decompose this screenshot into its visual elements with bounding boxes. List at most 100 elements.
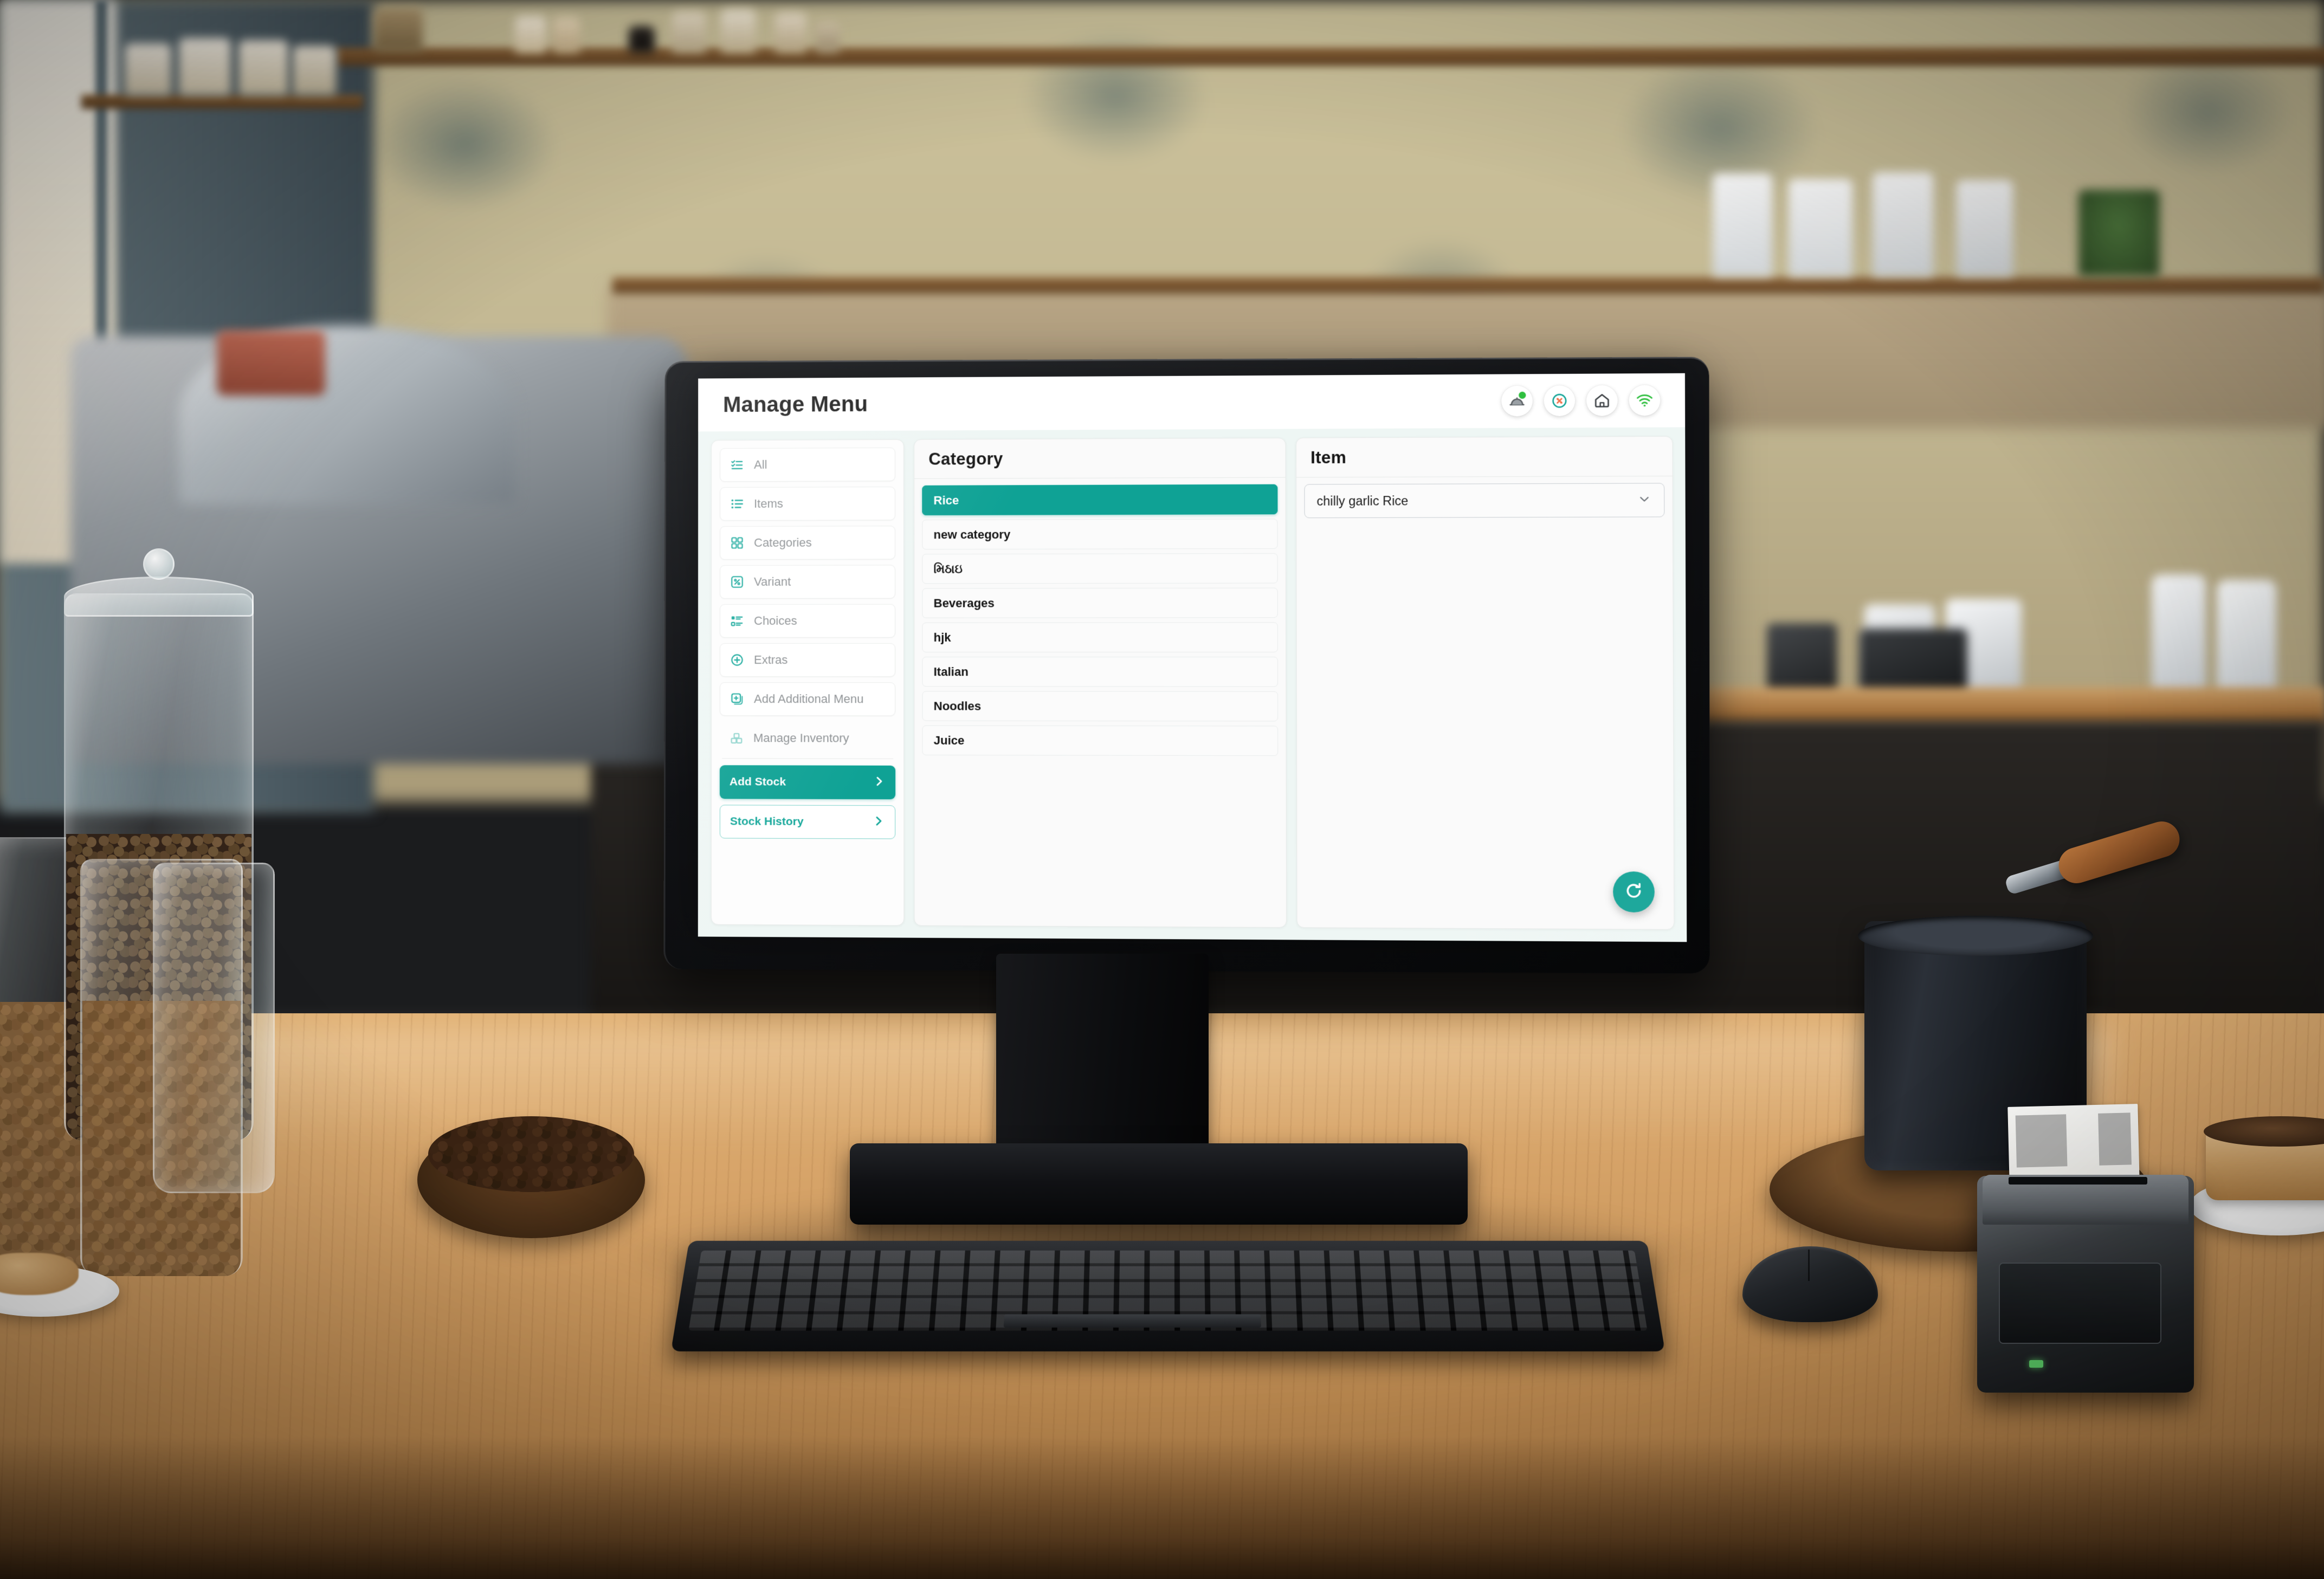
pos-screen: Manage Menu All Items Categories Variant… <box>698 373 1687 942</box>
chevron-right-icon <box>873 774 886 790</box>
printer-status-led <box>2029 1360 2043 1368</box>
shelf-canister <box>1957 180 2013 276</box>
shelf-jar <box>721 10 756 53</box>
category-label: Italian <box>933 664 969 678</box>
category-label: new category <box>933 527 1011 541</box>
jar-lid <box>64 577 254 617</box>
keyboard[interactable] <box>670 1240 1665 1351</box>
food-cover-icon[interactable] <box>1501 385 1533 417</box>
shelf-jar <box>553 17 580 53</box>
table-row[interactable]: મિઠાઇ <box>922 553 1278 584</box>
inventory-icon <box>728 730 745 746</box>
status-dot <box>1519 391 1526 399</box>
lower-shelf <box>612 277 2324 294</box>
shelf-plant <box>2078 190 2160 276</box>
stock-history-label: Stock History <box>730 815 804 828</box>
table-row[interactable]: new category <box>922 519 1278 550</box>
sidebar-item-label: Manage Inventory <box>753 731 849 745</box>
sidebar-item-items[interactable]: Items <box>720 487 895 521</box>
checklist-icon <box>729 457 745 473</box>
shelf-jar <box>816 22 840 53</box>
category-panel: Category Rice new category મિઠાઇ Beverag… <box>914 437 1287 928</box>
photo-scene: Manage Menu All Items Categories Variant… <box>0 0 2324 1579</box>
sidebar-item-label: Extras <box>754 652 788 667</box>
shelf-jar <box>629 26 655 53</box>
printer-paper-slot <box>2009 1177 2147 1185</box>
page-title: Manage Menu <box>723 392 868 417</box>
app-header: Manage Menu <box>698 373 1686 432</box>
sidebar-item-manage-inventory[interactable]: Manage Inventory <box>720 721 895 755</box>
printed-receipt <box>2007 1104 2140 1186</box>
shelf-jar <box>775 13 806 53</box>
shelf-canister <box>1873 172 1933 276</box>
options-icon <box>729 613 745 629</box>
monitor-neck <box>996 954 1209 1154</box>
shelf-bottle <box>238 40 288 95</box>
header-icon-group <box>1501 385 1661 417</box>
shelf-canister <box>1713 173 1772 276</box>
sidebar-item-label: Items <box>754 496 783 510</box>
monitor-base <box>850 1143 1468 1225</box>
table-row[interactable]: hjk <box>922 622 1278 652</box>
add-file-icon <box>729 691 745 707</box>
shelf-bottle <box>293 46 336 95</box>
glass-jar <box>153 863 275 1193</box>
coffee-beans <box>428 1116 634 1192</box>
item-panel-title: Item <box>1311 448 1347 467</box>
sidebar-item-add-additional-menu[interactable]: Add Additional Menu <box>719 682 896 716</box>
desk-foreground-shadow <box>0 1436 2324 1579</box>
sidebar-item-choices[interactable]: Choices <box>719 604 896 638</box>
category-label: Rice <box>933 493 959 507</box>
item-select[interactable]: chilly garlic Rice <box>1303 483 1665 519</box>
red-cup <box>217 331 325 396</box>
category-label: Juice <box>933 733 965 747</box>
shelf-bottle <box>179 38 231 95</box>
sidebar: All Items Categories Variant Choices Ext… <box>711 439 905 926</box>
shelf-jar <box>672 12 706 53</box>
refresh-button[interactable] <box>1613 871 1655 913</box>
tumbler-rim <box>1858 916 2093 956</box>
category-panel-title: Category <box>928 449 1003 469</box>
wifi-icon[interactable] <box>1629 385 1661 416</box>
category-list: Rice new category મિઠાઇ Beverages hjk It… <box>914 478 1286 928</box>
table-row[interactable]: Beverages <box>922 587 1278 618</box>
stock-history-button[interactable]: Stock History <box>719 805 896 839</box>
category-label: Noodles <box>933 698 982 713</box>
mouse-seam <box>1808 1250 1810 1281</box>
home-icon[interactable] <box>1586 385 1618 416</box>
sidebar-item-all[interactable]: All <box>720 447 895 482</box>
manage-menu-app: Manage Menu All Items Categories Variant… <box>698 373 1687 942</box>
sidebar-item-label: All <box>754 457 767 471</box>
jar-knob <box>143 548 175 580</box>
sidebar-item-categories[interactable]: Categories <box>720 526 895 560</box>
chevron-down-icon <box>1637 491 1651 509</box>
shelf-jar <box>374 8 423 53</box>
printer-front-panel <box>1999 1263 2161 1344</box>
app-content: All Items Categories Variant Choices Ext… <box>698 427 1687 942</box>
shelf-jar <box>515 16 546 53</box>
shelf-bottle <box>125 43 171 95</box>
item-select-value: chilly garlic Rice <box>1316 493 1409 508</box>
keyboard-spacebar <box>1003 1314 1261 1328</box>
refresh-icon <box>1624 881 1644 903</box>
counter-bottle <box>2217 580 2276 699</box>
category-label: Beverages <box>933 596 995 610</box>
sidebar-item-variant[interactable]: Variant <box>720 565 896 599</box>
table-row[interactable]: Rice <box>922 484 1277 516</box>
sidebar-item-extras[interactable]: Extras <box>719 643 896 677</box>
add-stock-button[interactable]: Add Stock <box>719 765 896 800</box>
sidebar-item-label: Categories <box>754 535 812 549</box>
table-row[interactable]: Italian <box>922 656 1278 687</box>
category-label: hjk <box>933 630 951 644</box>
item-panel: Item chilly garlic Rice <box>1295 436 1675 930</box>
counter-bottle <box>2152 574 2206 699</box>
table-row[interactable]: Juice <box>922 725 1278 756</box>
sidebar-item-label: Variant <box>754 574 791 588</box>
plus-circle-icon <box>729 652 745 668</box>
chevron-right-icon <box>872 814 885 830</box>
sidebar-item-label: Add Additional Menu <box>754 692 864 706</box>
table-row[interactable]: Noodles <box>922 691 1278 722</box>
category-label: મિઠાઇ <box>933 561 963 575</box>
sidebar-item-label: Choices <box>754 613 797 627</box>
no-discount-icon[interactable] <box>1544 385 1576 417</box>
